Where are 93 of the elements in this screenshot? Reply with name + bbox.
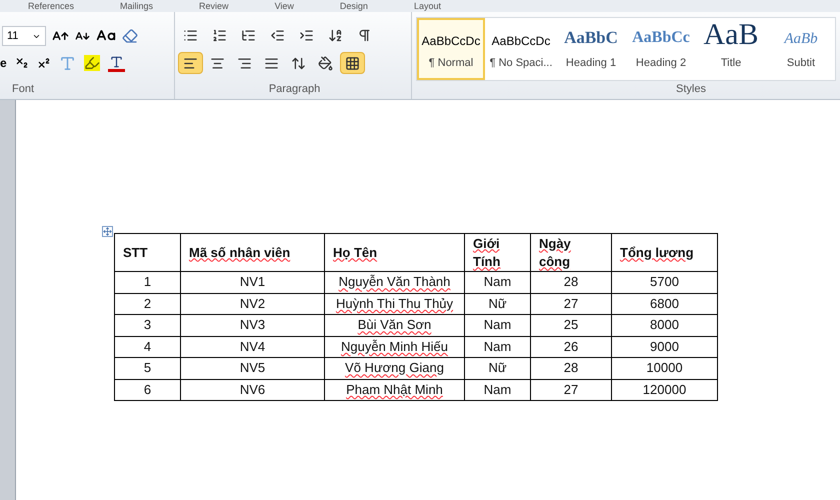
style-gallery-item[interactable]: AaBbCcDc ¶ Normal [417,18,485,80]
highlighter-icon[interactable] [84,55,100,71]
table-header-cell: STT [114,234,180,272]
style-gallery-item[interactable]: AaBbCc Heading 2 [627,18,695,80]
table-cell: Nguyễn Văn Thành [324,272,464,293]
subscript-icon[interactable] [14,56,29,70]
table-cell: 26 [530,336,612,358]
table-cell: NV5 [180,358,324,379]
table-header-cell: Mã số nhân viên [180,234,324,272]
table-header-cell: Họ Tên [324,234,464,272]
font-color-icon[interactable] [108,54,125,72]
style-gallery-item[interactable]: AaBbCcDc ¶ No Spaci... [487,18,555,80]
bullet-list-icon [183,28,198,42]
table-cell: NV4 [180,336,324,358]
table-cell: 5700 [612,272,718,293]
paragraph-tool-button[interactable] [178,52,203,74]
ribbon-tab[interactable]: Mailings [120,1,154,11]
table-cell: 1 [114,272,180,293]
table-header-cell: Ngày công [530,234,612,272]
table-cell: Nam [464,272,530,293]
table-cell: 27 [530,379,612,400]
table-cell: Nam [464,336,530,358]
table-cell: Nữ [464,358,530,379]
table-cell: 3 [114,314,180,336]
font-size-field[interactable]: 11 [2,26,46,46]
style-gallery-item[interactable]: AaB Title [697,18,765,80]
table-cell: 2 [114,293,180,314]
style-preview: AaB [704,20,758,50]
group-label: Paragraph [268,82,320,96]
paragraph-tool-button[interactable] [340,52,365,74]
ribbon-tab[interactable]: References [28,1,74,11]
table-cell: 5 [114,358,180,379]
table-cell: 28 [530,272,612,293]
table-cell: Võ Hương Giang [324,358,464,379]
table-cell: Nữ [464,293,530,314]
style-preview: AaBbCcDc [492,33,550,50]
table-cell: Nguyễn Minh Hiếu [324,336,464,358]
multilevel-list-icon [241,28,256,42]
table-cell: 8000 [612,314,718,336]
style-name: Heading 1 [566,56,616,71]
style-name: ¶ Normal [428,56,474,71]
table-cell: 6800 [612,293,718,314]
decrease-indent-icon [270,28,285,42]
table-cell: Pham Nhật Minh [324,379,464,400]
table-cell: 120000 [612,379,718,400]
style-name: Title [720,56,742,71]
paint-bucket-icon [318,56,333,70]
style-gallery-item[interactable]: AaBb Subtit [767,18,835,80]
style-preview: AaBb [784,30,818,48]
align-left-icon [183,56,198,70]
borders-icon [345,56,360,70]
table-cell: NV1 [180,272,324,293]
table-cell: 27 [530,293,612,314]
table-cell: 28 [530,358,612,379]
table-cell: Huỳnh Thi Thu Thủy [324,293,464,314]
table-cell: NV6 [180,379,324,400]
sort-icon [328,28,343,42]
pilcrow-icon [357,28,372,42]
style-preview: AaBbC [564,26,618,48]
align-right-icon [237,56,252,70]
style-name: Subtit [786,56,816,71]
line-spacing-icon [291,56,306,70]
table-cell: NV2 [180,293,324,314]
group-label: Styles [676,82,707,96]
style-name: ¶ No Spaci... [490,56,552,71]
superscript-icon[interactable] [36,56,51,70]
increase-indent-icon [299,28,314,42]
table-cell: 6 [114,379,180,400]
group-label: Font [11,82,36,96]
style-gallery-item[interactable]: AaBbC Heading 1 [557,18,625,80]
style-preview: AaBbCc [632,28,690,48]
ribbon-tab[interactable]: Review [199,1,229,11]
table-move-handle-icon[interactable] [102,226,113,237]
table-cell: Nam [464,379,530,400]
table-header-cell: Giới Tính [464,234,530,272]
table-cell: NV3 [180,314,324,336]
clear-formatting-icon[interactable] [122,28,138,44]
justify-icon [264,56,279,70]
ribbon-tab[interactable]: View [274,1,294,11]
table-header-cell: Tổng lương [612,234,718,272]
style-preview: AaBbCcDc [422,33,480,50]
strikethrough-glyph[interactable]: e [0,54,7,72]
style-name: Heading 2 [636,56,686,71]
numbered-list-icon [212,28,227,42]
table-cell: Bùi Văn Sơn [324,314,464,336]
table-cell: 4 [114,336,180,358]
table-cell: 9000 [612,336,718,358]
table-cell: Nam [464,314,530,336]
ribbon-tab[interactable]: Layout [414,1,441,11]
table-cell: 10000 [612,358,718,379]
align-center-icon [210,56,225,70]
table-cell: 25 [530,314,612,336]
ribbon-tab[interactable]: Design [340,1,368,11]
